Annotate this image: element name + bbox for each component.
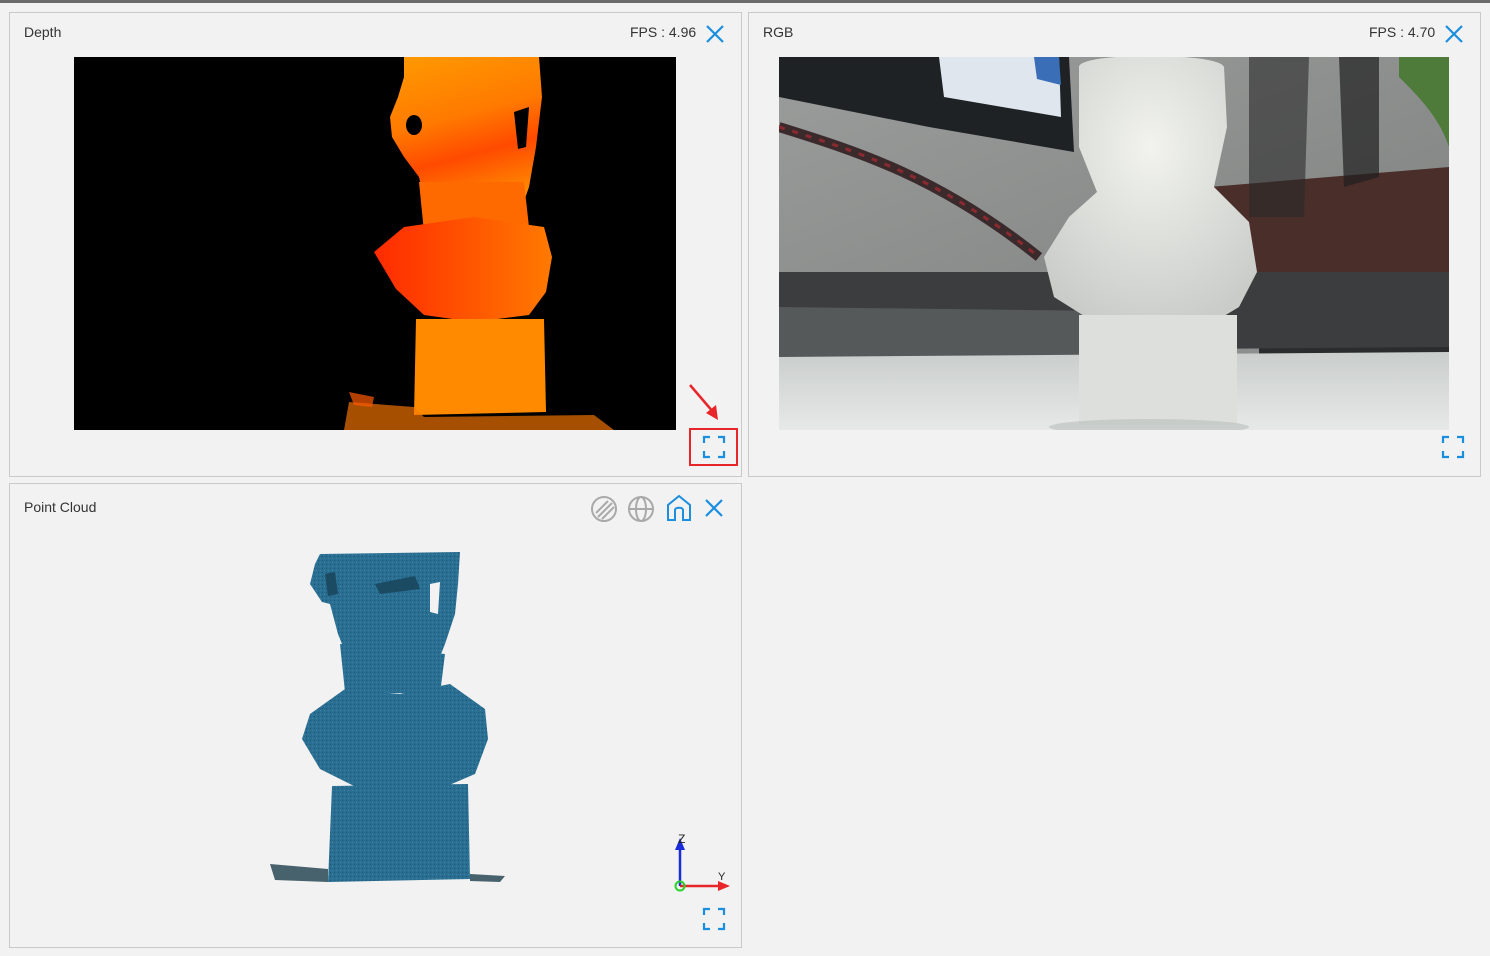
hatch-view-icon[interactable] xyxy=(590,495,618,523)
depth-fps-readout: FPS : 4.96 xyxy=(630,24,697,40)
globe-icon[interactable] xyxy=(627,495,655,523)
y-axis-label: Y xyxy=(718,871,726,883)
depth-image xyxy=(74,57,676,430)
close-icon[interactable] xyxy=(1443,23,1465,45)
fullscreen-icon[interactable] xyxy=(1441,435,1465,459)
top-bar xyxy=(0,0,1490,3)
rgb-panel: RGB FPS : 4.70 xyxy=(748,12,1481,477)
fullscreen-icon[interactable] xyxy=(702,907,726,931)
pointcloud-view xyxy=(250,544,520,889)
pointcloud-panel: Point Cloud Z Y xyxy=(9,483,742,948)
rgb-panel-title: RGB xyxy=(763,24,794,40)
close-icon[interactable] xyxy=(703,497,725,519)
z-axis-label: Z xyxy=(678,832,686,846)
fullscreen-icon[interactable] xyxy=(702,435,726,459)
depth-panel-title: Depth xyxy=(24,24,62,40)
pointcloud-panel-title: Point Cloud xyxy=(24,499,97,515)
depth-panel: Depth FPS : 4.96 xyxy=(9,12,742,477)
close-icon[interactable] xyxy=(704,23,726,45)
annotation-arrow xyxy=(689,384,718,420)
rgb-image xyxy=(779,57,1449,430)
rgb-fps-readout: FPS : 4.70 xyxy=(1369,24,1436,40)
home-icon[interactable] xyxy=(665,494,693,522)
